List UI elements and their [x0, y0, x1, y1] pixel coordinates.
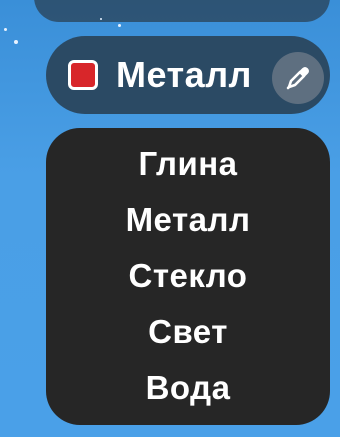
sparkle-dot [100, 18, 102, 20]
material-option-glass[interactable]: Стекло [46, 248, 330, 304]
material-option-water[interactable]: Вода [46, 360, 330, 416]
material-dropdown-list: Глина Металл Стекло Свет Вода [46, 128, 330, 425]
selected-material-label: Металл [116, 54, 252, 95]
sparkle-dot [14, 40, 18, 44]
sparkle-dot [118, 24, 121, 27]
eyedropper-button[interactable] [272, 52, 324, 104]
material-option-light[interactable]: Свет [46, 304, 330, 360]
previous-panel-pill [34, 0, 330, 22]
sparkle-dot [4, 28, 7, 31]
material-color-swatch [68, 60, 98, 90]
material-option-clay[interactable]: Глина [46, 136, 330, 192]
eyedropper-icon [286, 67, 309, 90]
material-option-metal[interactable]: Металл [46, 192, 330, 248]
material-selector[interactable]: Металл [46, 36, 330, 114]
